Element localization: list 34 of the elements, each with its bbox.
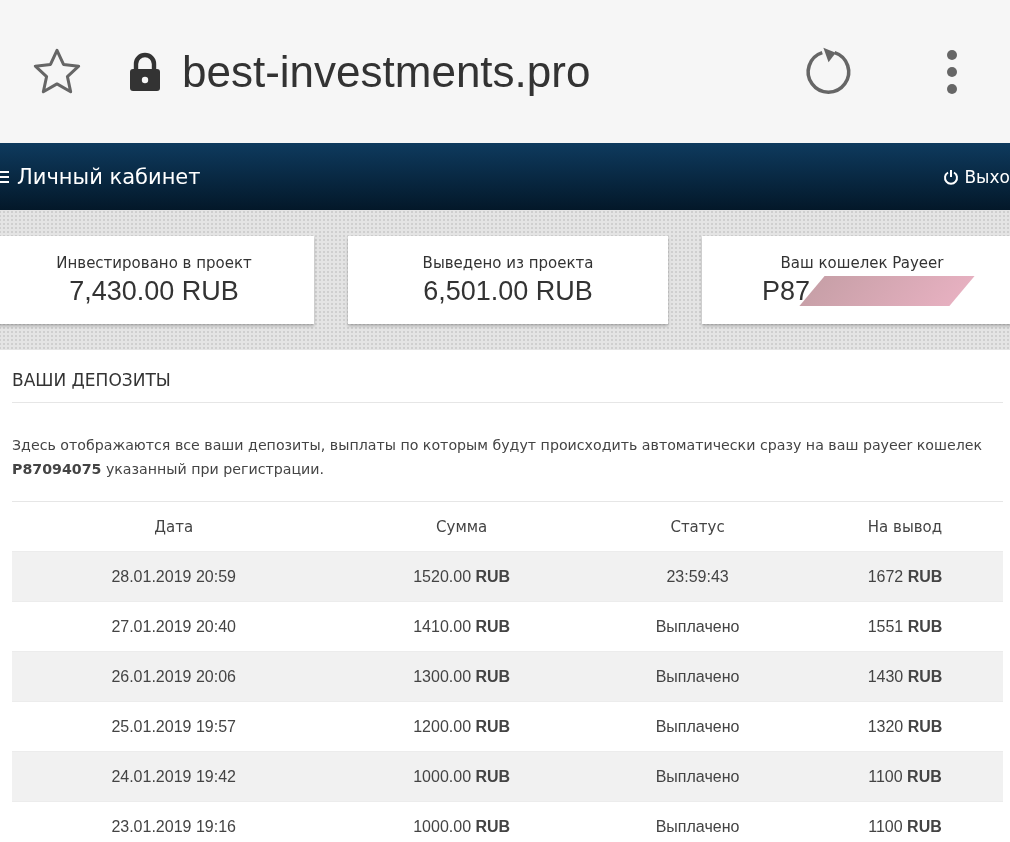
column-header: Сумма [335,502,589,552]
table-cell: Выплачено [588,801,807,842]
table-cell: 1000.00 RUB [335,751,589,802]
table-cell: 26.01.2019 20:06 [12,651,336,702]
table-cell: 23.01.2019 19:16 [12,801,336,842]
section-title: ВАШИ ДЕПОЗИТЫ [12,350,1003,403]
table-cell: Выплачено [588,651,807,702]
logout-link[interactable]: Выхо [943,166,1010,187]
column-header: Дата [12,502,336,552]
lock-icon [128,51,162,92]
table-cell: 24.01.2019 19:42 [12,751,336,802]
stat-value: 7,430.00 RUB [69,275,239,307]
page-title: Личный кабинет [17,164,201,189]
table-cell: Выплачено [588,751,807,802]
stat-label: Инвестировано в проект [56,253,252,272]
column-header: Статус [588,502,807,552]
power-icon [943,168,960,185]
table-cell: 1520.00 RUB [335,551,589,602]
stat-label: Выведено из проекта [422,253,594,272]
table-cell: 1430 RUB [807,651,1003,702]
stat-value: 6,501.00 RUB [423,275,593,307]
wallet-number: P87 [761,275,810,307]
table-cell: 28.01.2019 20:59 [12,551,336,602]
more-icon[interactable] [946,48,958,95]
table-cell: 1672 RUB [807,551,1003,602]
section-description: Здесь отображаются все ваши депозиты, выплаты по которым будут происходить автоматически сразу на ваш payeer кошелек P87094075 указанный при регистрации. [12,403,1003,502]
table-cell: 23:59:43 [588,551,807,602]
stat-label: Ваш кошелек Payeer [780,253,944,272]
table-cell: 1100 RUB [807,801,1003,842]
menu-icon[interactable] [0,169,9,184]
column-header: На вывод [807,502,1003,552]
table-cell: 1100 RUB [807,751,1003,802]
table-cell: 1000.00 RUB [335,801,589,842]
table-cell: 1300.00 RUB [335,651,589,702]
